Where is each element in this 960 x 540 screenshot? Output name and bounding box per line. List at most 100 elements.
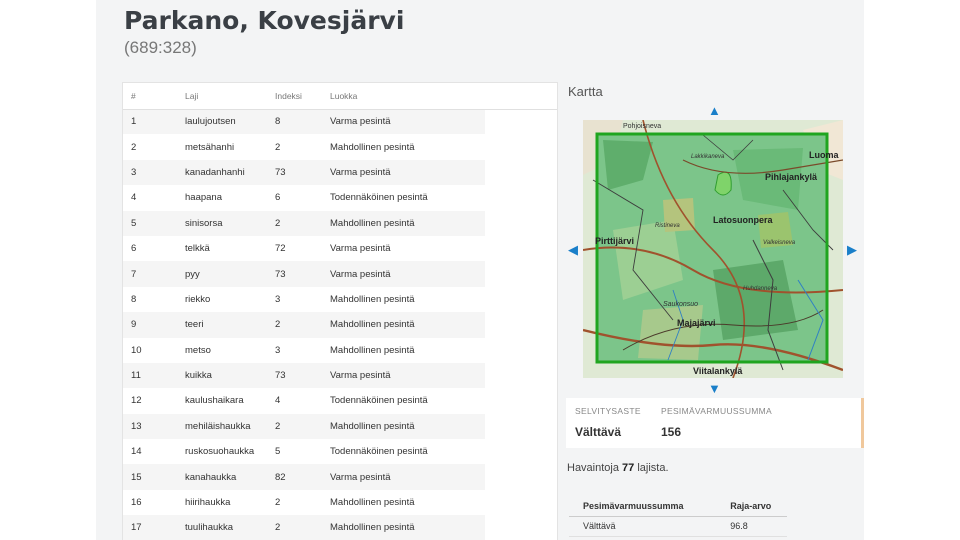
table-row[interactable]: 14 ruskosuohaukka 5 Todennäköinen pesintä: [123, 439, 557, 465]
cell-luokka: Mahdollinen pesintä: [330, 515, 485, 540]
grid-code: (689:328): [124, 38, 197, 57]
cell-luokka: Mahdollinen pesintä: [330, 293, 415, 305]
row-spacer: [485, 261, 557, 287]
map-graphic: Pohjoisneva Luoma Lakkikaneva Pihlajanky…: [583, 120, 843, 378]
pesimavarmuussumma-label: PESIMÄVARMUUSSUMMA: [661, 406, 773, 416]
cell-number: 14: [131, 446, 142, 458]
row-spacer: [485, 159, 557, 186]
row-spacer: [485, 235, 557, 262]
cell-indeksi: 2: [275, 515, 330, 540]
pan-up-arrow-icon[interactable]: ▲: [708, 104, 721, 117]
cell-laji[interactable]: teeri: [185, 312, 275, 338]
column-header-luokka[interactable]: Luokka: [330, 83, 485, 110]
page-title: Parkano, Kovesjärvi: [124, 6, 405, 35]
cell-laji[interactable]: kanahaukka: [185, 464, 275, 490]
cell-number: 12: [131, 395, 142, 407]
table-row[interactable]: 15 kanahaukka 82 Varma pesintä: [123, 464, 557, 490]
cell-indeksi: 5: [275, 446, 281, 458]
map-label-saukonsuo: Saukonsuo: [663, 301, 698, 308]
map-view[interactable]: Pohjoisneva Luoma Lakkikaneva Pihlajanky…: [583, 120, 843, 378]
column-header-laji[interactable]: Laji: [185, 83, 275, 110]
cell-indeksi: 73: [275, 159, 330, 186]
cell-indeksi: 3: [275, 344, 281, 356]
map-label-pihlajankyla: Pihlajankylä: [765, 172, 818, 182]
table-row[interactable]: 11 kuikka 73 Varma pesintä: [123, 362, 557, 389]
cell-number: 11: [123, 362, 185, 389]
cell-laji[interactable]: sinisorsa: [185, 210, 275, 236]
row-spacer: [485, 362, 557, 389]
table-row[interactable]: 16 hiirihaukka 2 Mahdollinen pesintä: [123, 489, 557, 516]
cell-number: 1: [123, 109, 185, 135]
cell-laji[interactable]: kuikka: [185, 362, 275, 389]
table-row[interactable]: 2 metsähanhi 2 Mahdollinen pesintä: [123, 134, 557, 160]
cell-number: 2: [131, 141, 137, 153]
table-row[interactable]: 10 metso 3 Mahdollinen pesintä: [123, 337, 557, 363]
cell-laji[interactable]: haapana: [185, 185, 275, 210]
cell-indeksi: 6: [275, 192, 281, 204]
cell-number: 9: [123, 312, 185, 338]
species-table-body: 1 laulujoutsen 8 Varma pesintä 2 metsähanhi 2 M…: [123, 109, 557, 540]
cell-laji[interactable]: hiirihaukka: [185, 490, 275, 515]
row-spacer: [485, 413, 557, 440]
observations-suffix: lajista.: [637, 462, 669, 474]
row-spacer: [485, 337, 557, 363]
table-row[interactable]: 7 pyy 73 Varma pesintä: [123, 261, 557, 287]
cell-number: 5: [123, 210, 185, 236]
table-row[interactable]: 3 kanadanhanhi 73 Varma pesintä: [123, 159, 557, 186]
threshold-header-summa: Pesimävarmuussumma: [569, 496, 717, 517]
map-label-lakkikaneva: Lakkikaneva: [691, 154, 725, 160]
table-row[interactable]: 1 laulujoutsen 8 Varma pesintä: [123, 109, 557, 135]
cell-laji[interactable]: tuulihaukka: [185, 515, 275, 540]
selvitysaste-label: SELVITYSASTE: [575, 406, 641, 416]
map-label-pirttijarvi: Pirttijärvi: [595, 236, 634, 246]
cell-luokka: Varma pesintä: [330, 243, 391, 255]
row-spacer: [485, 109, 557, 135]
cell-luokka: Varma pesintä: [330, 109, 485, 135]
table-row[interactable]: 6 telkkä 72 Varma pesintä: [123, 235, 557, 262]
cell-laji[interactable]: kanadanhanhi: [185, 159, 275, 186]
threshold-table: Pesimävarmuussumma Raja-arvo Välttävä 96…: [569, 496, 787, 537]
row-spacer: [485, 312, 557, 338]
row-spacer: [485, 388, 557, 414]
observations-count: 77: [622, 462, 635, 474]
cell-indeksi: 73: [275, 261, 330, 287]
pan-down-arrow-icon[interactable]: ▼: [708, 382, 721, 395]
cell-laji[interactable]: kaulushaikara: [185, 388, 275, 413]
cell-luokka: Todennäköinen pesintä: [330, 192, 428, 204]
cell-indeksi: 72: [275, 243, 286, 255]
cell-laji[interactable]: ruskosuohaukka: [185, 439, 275, 464]
map-title: Kartta: [568, 84, 603, 99]
cell-luokka: Mahdollinen pesintä: [330, 312, 485, 338]
table-row[interactable]: 5 sinisorsa 2 Mahdollinen pesintä: [123, 210, 557, 236]
cell-laji[interactable]: pyy: [185, 261, 275, 287]
map-label-pohjoisneva: Pohjoisneva: [623, 123, 661, 130]
table-row[interactable]: 4 haapana 6 Todennäköinen pesintä: [123, 185, 557, 211]
cell-laji[interactable]: laulujoutsen: [185, 109, 275, 135]
table-row[interactable]: 8 riekko 3 Mahdollinen pesintä: [123, 286, 557, 313]
cell-luokka: Varma pesintä: [330, 362, 485, 389]
table-row[interactable]: 13 mehiläishaukka 2 Mahdollinen pesintä: [123, 413, 557, 440]
pan-left-arrow-icon[interactable]: ◀: [568, 243, 578, 256]
pan-right-arrow-icon[interactable]: ▶: [847, 243, 857, 256]
cell-luokka: Todennäköinen pesintä: [330, 395, 428, 407]
table-row[interactable]: 12 kaulushaikara 4 Todennäköinen pesintä: [123, 388, 557, 414]
selvitysaste-value: Välttävä: [575, 425, 622, 439]
species-table: # Laji Indeksi Luokka 1 laulujoutsen 8 Varm…: [123, 83, 557, 540]
row-spacer: [485, 439, 557, 465]
row-spacer: [485, 286, 557, 313]
cell-indeksi: 73: [275, 362, 330, 389]
column-header-indeksi[interactable]: Indeksi: [275, 83, 330, 110]
cell-indeksi: 3: [275, 293, 281, 305]
cell-laji[interactable]: metso: [185, 338, 275, 363]
row-spacer: [485, 489, 557, 516]
cell-laji[interactable]: metsähanhi: [185, 134, 275, 159]
species-table-header: # Laji Indeksi Luokka: [123, 83, 557, 110]
table-row[interactable]: 17 tuulihaukka 2 Mahdollinen pesintä: [123, 515, 557, 540]
cell-laji[interactable]: telkkä: [185, 236, 275, 261]
cell-luokka: Varma pesintä: [330, 464, 485, 490]
cell-laji[interactable]: riekko: [185, 287, 275, 312]
column-header-number[interactable]: #: [123, 83, 185, 110]
cell-indeksi: 2: [275, 413, 330, 440]
cell-laji[interactable]: mehiläishaukka: [185, 413, 275, 440]
table-row[interactable]: 9 teeri 2 Mahdollinen pesintä: [123, 312, 557, 338]
